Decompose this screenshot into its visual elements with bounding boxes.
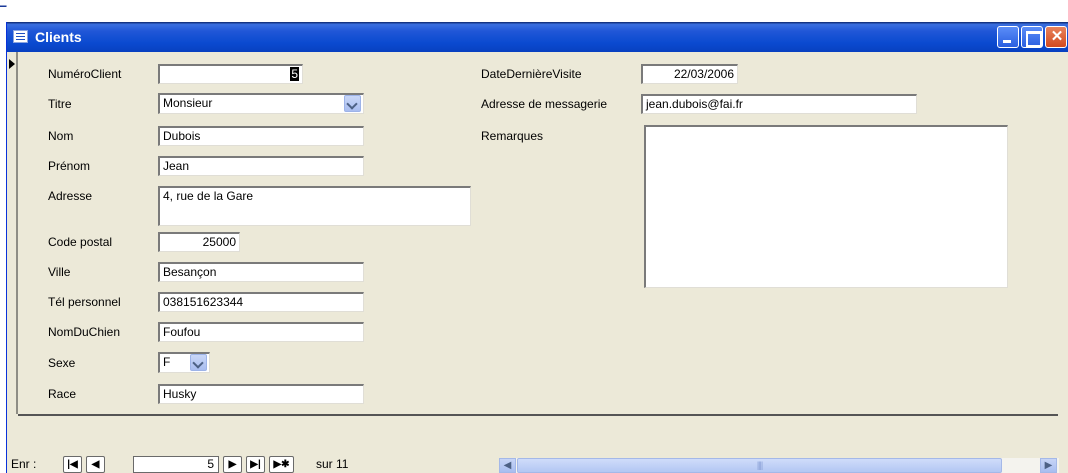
background-text: ̶̶̶̶̶ bbox=[0, 0, 1, 15]
tel-field[interactable]: 038151623344 bbox=[158, 292, 364, 312]
prenom-label: Prénom bbox=[48, 159, 91, 173]
title-bar[interactable]: Clients ✕ bbox=[7, 22, 1068, 52]
sexe-value: F bbox=[163, 355, 171, 369]
next-record-button[interactable]: ▶ bbox=[223, 456, 242, 473]
numero-client-field[interactable]: 5 bbox=[158, 64, 303, 84]
titre-combo[interactable]: Monsieur bbox=[158, 93, 364, 114]
prenom-field[interactable]: Jean bbox=[158, 156, 364, 176]
race-label: Race bbox=[48, 387, 77, 401]
adresse-field[interactable]: 4, rue de la Gare bbox=[158, 186, 471, 226]
tel-label: Tél personnel bbox=[48, 295, 121, 309]
adresse-messagerie-label: Adresse de messagerie bbox=[481, 97, 608, 111]
minimize-button[interactable] bbox=[997, 26, 1019, 48]
last-record-button[interactable]: ▶| bbox=[246, 456, 265, 473]
date-derniere-visite-label: DateDernièreVisite bbox=[481, 67, 582, 81]
scroll-left-arrow-icon[interactable]: ◀ bbox=[499, 458, 516, 473]
titre-label: Titre bbox=[48, 97, 72, 111]
form-section-divider bbox=[18, 414, 1058, 416]
ville-label: Ville bbox=[48, 265, 71, 279]
code-postal-label: Code postal bbox=[48, 235, 113, 249]
background-text-strip: ̶̶̶̶̶ bbox=[0, 0, 1068, 22]
clients-form-window: Clients ✕ NuméroClient 5 Titre Monsieur … bbox=[6, 22, 1068, 473]
adresse-label: Adresse bbox=[48, 189, 93, 203]
form-icon bbox=[13, 30, 28, 43]
sexe-dropdown-chevron-icon[interactable] bbox=[190, 354, 207, 371]
current-record-field[interactable]: 5 bbox=[133, 456, 219, 473]
horizontal-scrollbar[interactable]: ◀ |||| ▶ bbox=[499, 458, 1059, 473]
date-derniere-visite-field[interactable]: 22/03/2006 bbox=[641, 64, 738, 84]
scrollbar-thumb[interactable]: |||| bbox=[517, 458, 1002, 473]
remarques-label: Remarques bbox=[481, 129, 544, 143]
scroll-right-arrow-icon[interactable]: ▶ bbox=[1040, 458, 1057, 473]
sexe-label: Sexe bbox=[48, 356, 76, 370]
numero-client-label: NuméroClient bbox=[48, 67, 122, 81]
maximize-button[interactable] bbox=[1021, 26, 1043, 48]
record-total: sur 11 bbox=[316, 457, 349, 471]
titre-dropdown-chevron-icon[interactable] bbox=[344, 95, 361, 112]
nom-du-chien-field[interactable]: Foufou bbox=[158, 322, 364, 342]
nom-du-chien-label: NomDuChien bbox=[48, 325, 121, 339]
numero-client-value: 5 bbox=[290, 67, 299, 81]
titre-value: Monsieur bbox=[163, 96, 213, 110]
previous-record-button[interactable]: ◀ bbox=[86, 456, 105, 473]
new-record-button[interactable]: ▶✱ bbox=[269, 456, 294, 473]
ville-field[interactable]: Besançon bbox=[158, 262, 364, 282]
record-navigation-bar: Enr : |◀ ◀ 5 ▶ ▶| ▶✱ sur 11 ◀ |||| ▶ bbox=[7, 450, 1068, 473]
close-icon: ✕ bbox=[1050, 28, 1064, 45]
record-selector[interactable] bbox=[7, 52, 18, 414]
current-record-arrow-icon bbox=[9, 59, 15, 69]
remarques-field[interactable] bbox=[644, 125, 1008, 288]
race-field[interactable]: Husky bbox=[158, 384, 364, 404]
close-button[interactable]: ✕ bbox=[1045, 26, 1067, 48]
first-record-button[interactable]: |◀ bbox=[63, 456, 82, 473]
window-title: Clients bbox=[35, 29, 82, 45]
nom-field[interactable]: Dubois bbox=[158, 126, 364, 146]
code-postal-field[interactable]: 25000 bbox=[158, 232, 240, 252]
record-label: Enr : bbox=[11, 457, 37, 471]
adresse-messagerie-field[interactable]: jean.dubois@fai.fr bbox=[641, 94, 917, 114]
nom-label: Nom bbox=[48, 129, 74, 143]
